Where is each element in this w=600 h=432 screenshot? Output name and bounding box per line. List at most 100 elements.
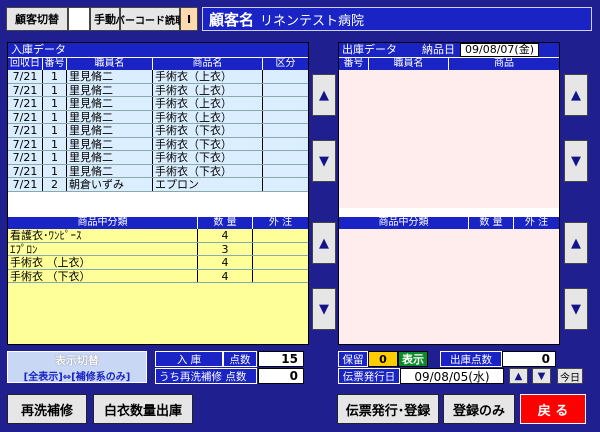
table-cell: 2 [43, 178, 67, 191]
table-row[interactable]: 7/21 1 里見脩二 手術衣（上衣） [8, 110, 308, 124]
customer-label: 顧客名 [209, 10, 255, 29]
register-only-button[interactable]: 登録のみ [443, 394, 515, 424]
table-row[interactable]: 7/21 1 里見脩二 手術衣（上衣） [8, 97, 308, 111]
col-staff-name: 職員名 [67, 58, 153, 70]
incoming-scroll-up-button[interactable]: ▲ [312, 74, 336, 116]
rewash-points-label: うち再洗補修 点数 [155, 368, 257, 384]
table-cell: 7/21 [8, 110, 43, 123]
table-cell [263, 70, 308, 83]
table-row[interactable]: 7/21 1 里見脩二 手術衣（下衣） [8, 137, 308, 151]
table-cell: 手術衣（下衣） [153, 151, 263, 164]
table-cell: 7/21 [8, 70, 43, 83]
table-cell: 1 [43, 97, 67, 110]
incoming-category-scroll-up-button[interactable]: ▲ [312, 222, 336, 264]
table-row[interactable]: 7/21 1 里見脩二 手術衣（下衣） [8, 151, 308, 165]
slip-date-value: 09/08/05(水) [400, 368, 504, 384]
table-cell: 朝倉いずみ [67, 178, 153, 191]
app-window: { "toolbar": { "customer_switch": "顧客切替"… [0, 0, 600, 432]
barcode-indicator: I [180, 7, 198, 31]
category-row[interactable]: 手術衣 （上衣） 4 [8, 256, 308, 270]
hold-label: 保留 [338, 351, 368, 367]
incoming-scroll-down-button[interactable]: ▼ [312, 140, 336, 182]
hold-show-button[interactable]: 表示 [398, 351, 428, 367]
table-row[interactable]: 7/21 1 里見脩二 手術衣（上衣） [8, 70, 308, 84]
table-cell: 1 [43, 164, 67, 177]
up-arrow-icon: ▲ [319, 235, 329, 251]
col-out-staff: 職員名 [369, 58, 449, 70]
table-row[interactable]: 7/21 1 里見脩二 手術衣（下衣） [8, 124, 308, 138]
slip-date-up-button[interactable]: ▲ [509, 368, 528, 384]
col-outsourced: 外 注 [268, 217, 293, 228]
outgoing-scroll-down-button[interactable]: ▼ [564, 140, 588, 182]
table-cell: 手術衣（上衣） [153, 70, 263, 83]
category-cell: 手術衣 （上衣） [8, 256, 198, 269]
customer-banner: 顧客名 リネンテスト病院 [202, 7, 592, 31]
customer-switch-button[interactable]: 顧客切替 [6, 7, 68, 31]
col-out-product: 商品 [494, 58, 514, 69]
outgoing-category-rows [339, 229, 559, 344]
display-toggle-title: 表示切替 [55, 353, 99, 367]
delivery-date-value: 09/08/07(金) [460, 43, 539, 57]
outgoing-category-scroll-up-button[interactable]: ▲ [564, 222, 588, 264]
table-cell [263, 138, 308, 151]
table-cell: 手術衣（下衣） [153, 137, 263, 150]
display-toggle-sub: [全表示]⇔[補修系のみ] [23, 371, 131, 383]
outgoing-panel: 出庫データ 納品日 09/08/07(金) 番号 職員名 商品 商品中分類 数 … [338, 42, 560, 345]
col-out-quantity: 数 量 [469, 217, 514, 229]
in-label: 入 庫 [155, 351, 223, 367]
outgoing-category-header: 商品中分類 数 量 外 注 [339, 216, 559, 229]
back-button[interactable]: 戻 る [520, 394, 586, 424]
table-cell: 7/21 [8, 124, 43, 137]
white-coat-issue-button[interactable]: 白衣数量出庫 [93, 394, 193, 424]
table-cell: 1 [43, 124, 67, 137]
down-arrow-icon: ▼ [319, 301, 329, 317]
table-cell: 1 [43, 137, 67, 150]
table-row[interactable]: 7/21 1 里見脩二 手術衣（上衣） [8, 83, 308, 97]
table-cell: 7/21 [8, 164, 43, 177]
rewash-repair-button[interactable]: 再洗補修 [7, 394, 87, 424]
table-row[interactable]: 7/21 2 朝倉いずみ エプロン [8, 178, 308, 192]
category-row[interactable]: 手術衣 （下衣） 4 [8, 269, 308, 283]
col-product-name: 商品名 [153, 58, 263, 70]
up-arrow-icon: ▲ [571, 87, 581, 103]
incoming-category-scroll-down-button[interactable]: ▼ [312, 288, 336, 330]
table-cell: 7/21 [8, 137, 43, 150]
outgoing-scroll-up-button[interactable]: ▲ [564, 74, 588, 116]
table-cell: エプロン [153, 178, 263, 191]
table-cell: 手術衣（下衣） [153, 164, 263, 177]
table-cell [263, 84, 308, 97]
up-arrow-icon: ▲ [571, 235, 581, 251]
category-cell [253, 243, 308, 256]
issue-register-button[interactable]: 伝票発行･登録 [337, 394, 439, 424]
table-cell [263, 178, 308, 191]
incoming-category-rows: 看護衣･ﾜﾝﾋﾟｰｽ 4 ｴﾌﾟﾛﾝ 3 手術衣 （上衣） 4 手術衣 （下衣） 4 [8, 229, 308, 344]
category-row[interactable]: ｴﾌﾟﾛﾝ 3 [8, 242, 308, 256]
today-button[interactable]: 今日 [557, 368, 583, 384]
category-cell: 4 [198, 256, 253, 269]
table-cell: 手術衣（上衣） [153, 83, 263, 96]
table-cell [263, 111, 308, 124]
category-cell [253, 229, 308, 242]
category-row[interactable]: 看護衣･ﾜﾝﾋﾟｰｽ 4 [8, 229, 308, 243]
table-row[interactable]: 7/21 1 里見脩二 手術衣（下衣） [8, 164, 308, 178]
table-cell: 手術衣（上衣） [153, 97, 263, 110]
slip-date-label: 伝票発行日 [338, 368, 400, 384]
display-toggle-button[interactable]: 表示切替 [全表示]⇔[補修系のみ] [7, 351, 147, 383]
incoming-panel: 入庫データ 回収日 番号 職員名 商品名 区分 7/21 1 里見脩二 手術衣（上衣）… [7, 42, 309, 345]
table-cell: 里見脩二 [67, 124, 153, 137]
down-arrow-icon: ▼ [319, 153, 329, 169]
down-arrow-icon: ▼ [537, 370, 546, 382]
hold-value: 0 [368, 351, 398, 367]
col-out-number: 番号 [339, 58, 369, 70]
col-category-name: 商品中分類 [8, 217, 198, 229]
slip-date-down-button[interactable]: ▼ [532, 368, 551, 384]
outgoing-title: 出庫データ [342, 43, 397, 56]
outgoing-category-scroll-down-button[interactable]: ▼ [564, 288, 588, 330]
category-cell: ｴﾌﾟﾛﾝ [8, 242, 198, 255]
col-out-outsourced: 外 注 [524, 217, 549, 228]
barcode-read-button[interactable]: バーコード読取 [115, 7, 185, 31]
category-cell [253, 270, 308, 283]
table-cell: 里見脩二 [67, 97, 153, 110]
up-arrow-icon: ▲ [319, 87, 329, 103]
table-cell: 7/21 [8, 97, 43, 110]
